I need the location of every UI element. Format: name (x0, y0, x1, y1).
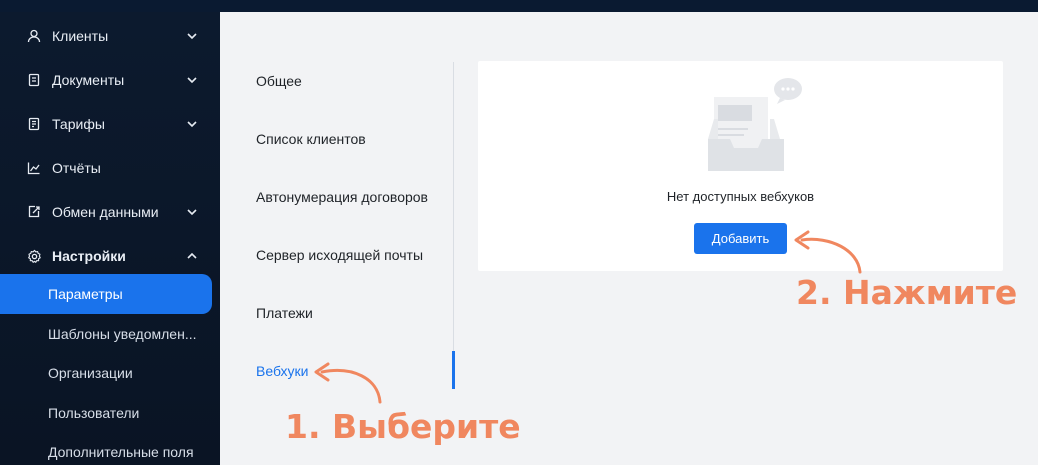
annotation-arrows (314, 230, 862, 404)
